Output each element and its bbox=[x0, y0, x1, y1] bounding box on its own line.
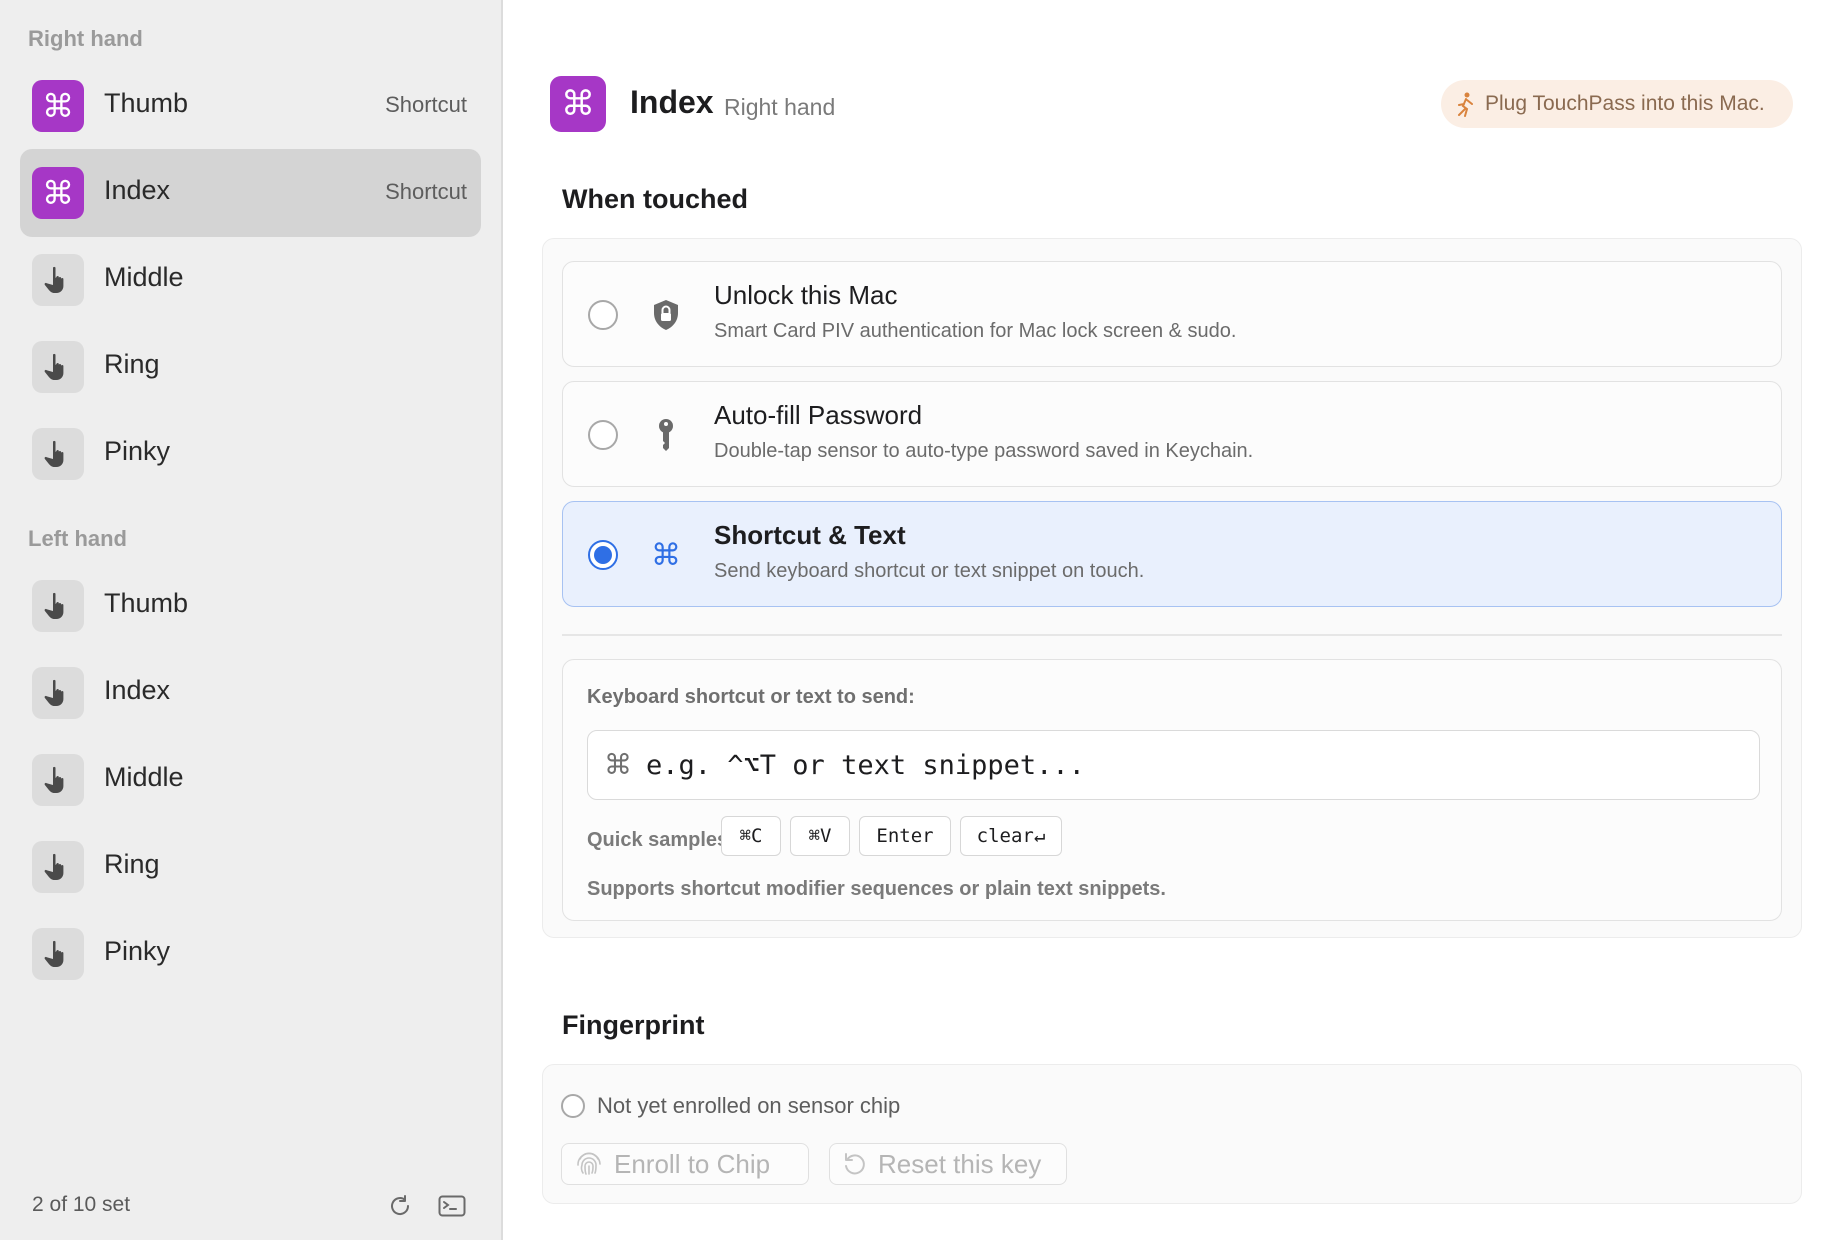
fingerprint-icon bbox=[577, 1152, 601, 1175]
sample-chip-clear[interactable]: clear↵ bbox=[960, 816, 1062, 856]
hand-pointer-icon bbox=[32, 841, 84, 893]
sample-chip-paste[interactable]: ⌘V bbox=[790, 816, 850, 856]
enroll-label: Enroll to Chip bbox=[614, 1148, 771, 1179]
sidebar-item-label: Thumb bbox=[104, 88, 189, 118]
sidebar-item-label: Thumb bbox=[104, 588, 189, 618]
shortcut-input[interactable] bbox=[646, 743, 1736, 787]
lock-shield-icon bbox=[649, 298, 683, 332]
notice-text: Plug TouchPass into this Mac. bbox=[1485, 92, 1765, 115]
sidebar-item-label: Pinky bbox=[104, 936, 171, 966]
sidebar-item-right-middle[interactable]: Middle bbox=[20, 236, 481, 324]
right-hand-header: Right hand bbox=[28, 26, 143, 51]
option-title: Shortcut & Text bbox=[714, 520, 906, 550]
sidebar-item-left-middle[interactable]: Middle bbox=[20, 736, 481, 824]
sample-chip-enter[interactable]: Enter bbox=[859, 816, 951, 856]
option-description: Double-tap sensor to auto-type password … bbox=[714, 440, 1254, 462]
sidebar-item-right-pinky[interactable]: Pinky bbox=[20, 410, 481, 498]
hand-pointer-icon bbox=[32, 754, 84, 806]
shortcut-config-panel: Keyboard shortcut or text to send: ⌘ Qui… bbox=[562, 659, 1782, 921]
command-icon: ⌘ bbox=[651, 537, 681, 573]
option-description: Smart Card PIV authentication for Mac lo… bbox=[714, 320, 1237, 342]
option-description: Send keyboard shortcut or text snippet o… bbox=[714, 560, 1145, 582]
option-unlock-mac[interactable]: Unlock this Mac Smart Card PIV authentic… bbox=[562, 261, 1782, 367]
enrollment-status-text: Not yet enrolled on sensor chip bbox=[597, 1093, 901, 1118]
sample-chip-copy[interactable]: ⌘C bbox=[721, 816, 781, 856]
reset-label: Reset this key bbox=[878, 1148, 1042, 1179]
hand-pointer-icon bbox=[32, 254, 84, 306]
status-badge: Shortcut bbox=[385, 179, 467, 204]
terminal-icon bbox=[438, 1195, 466, 1217]
shortcut-hint: Supports shortcut modifier sequences or … bbox=[587, 878, 1166, 900]
plug-person-icon bbox=[1458, 92, 1473, 117]
fingerprint-title: Fingerprint bbox=[562, 1010, 705, 1040]
option-title: Unlock this Mac bbox=[714, 280, 898, 310]
sidebar-item-right-thumb[interactable]: ⌘ Thumb Shortcut bbox=[20, 62, 481, 150]
status-indicator bbox=[561, 1094, 585, 1118]
sidebar-item-left-index[interactable]: Index bbox=[20, 649, 481, 737]
hand-pointer-icon bbox=[32, 667, 84, 719]
command-icon: ⌘ bbox=[32, 80, 84, 132]
command-icon: ⌘ bbox=[604, 748, 632, 781]
hand-pointer-icon bbox=[32, 341, 84, 393]
enroll-to-chip-button[interactable]: Enroll to Chip bbox=[561, 1143, 809, 1185]
sidebar-item-right-index[interactable]: ⌘ Index Shortcut bbox=[20, 149, 481, 237]
sidebar-item-left-pinky[interactable]: Pinky bbox=[20, 910, 481, 998]
reset-key-button[interactable]: Reset this key bbox=[829, 1143, 1067, 1185]
option-shortcut-text[interactable]: ⌘ Shortcut & Text Send keyboard shortcut… bbox=[562, 501, 1782, 607]
sidebar-item-label: Index bbox=[104, 175, 171, 205]
sidebar-item-right-ring[interactable]: Ring bbox=[20, 323, 481, 411]
sidebar-item-label: Pinky bbox=[104, 436, 171, 466]
option-radio[interactable] bbox=[588, 420, 618, 450]
option-autofill-password[interactable]: Auto-fill Password Double-tap sensor to … bbox=[562, 381, 1782, 487]
key-icon bbox=[649, 418, 683, 452]
sidebar-item-left-thumb[interactable]: Thumb bbox=[20, 562, 481, 650]
fingerprint-panel: Not yet enrolled on sensor chip Enroll t… bbox=[542, 1064, 1802, 1204]
refresh-icon bbox=[391, 1195, 410, 1215]
sidebar: Right hand ⌘ Thumb Shortcut ⌘ Index Shor… bbox=[0, 0, 503, 1240]
divider bbox=[562, 634, 1782, 636]
shortcut-field-label: Keyboard shortcut or text to send: bbox=[587, 686, 915, 708]
shortcut-input-wrapper: ⌘ bbox=[587, 730, 1760, 800]
connection-notice: Plug TouchPass into this Mac. bbox=[1441, 80, 1793, 128]
sidebar-item-label: Ring bbox=[104, 349, 160, 379]
sidebar-item-label: Ring bbox=[104, 849, 160, 879]
enrollment-status: Not yet enrolled on sensor chip bbox=[561, 1093, 900, 1119]
option-title: Auto-fill Password bbox=[714, 400, 923, 430]
page-subtitle: Right hand bbox=[724, 94, 836, 120]
option-radio[interactable] bbox=[588, 540, 618, 570]
sidebar-item-label: Index bbox=[104, 675, 171, 705]
when-touched-title: When touched bbox=[562, 184, 748, 214]
terminal-button[interactable] bbox=[436, 1190, 468, 1222]
sidebar-item-left-ring[interactable]: Ring bbox=[20, 823, 481, 911]
sidebar-item-label: Middle bbox=[104, 762, 184, 792]
status-badge: Shortcut bbox=[385, 92, 467, 117]
hand-pointer-icon bbox=[32, 928, 84, 980]
command-icon: ⌘ bbox=[32, 167, 84, 219]
when-touched-panel: Unlock this Mac Smart Card PIV authentic… bbox=[542, 238, 1802, 938]
main-content: ⌘ Index Right hand Plug TouchPass into t… bbox=[505, 0, 1840, 1240]
set-count-status: 2 of 10 set bbox=[32, 1193, 131, 1216]
option-radio[interactable] bbox=[588, 300, 618, 330]
hand-pointer-icon bbox=[32, 428, 84, 480]
hand-pointer-icon bbox=[32, 580, 84, 632]
page-title: Index bbox=[630, 84, 714, 120]
sidebar-item-label: Middle bbox=[104, 262, 184, 292]
command-icon: ⌘ bbox=[550, 76, 606, 132]
left-hand-header: Left hand bbox=[28, 526, 127, 551]
quick-samples-label: Quick samples: bbox=[587, 829, 735, 851]
reset-icon bbox=[845, 1153, 865, 1175]
refresh-button[interactable] bbox=[384, 1190, 416, 1222]
